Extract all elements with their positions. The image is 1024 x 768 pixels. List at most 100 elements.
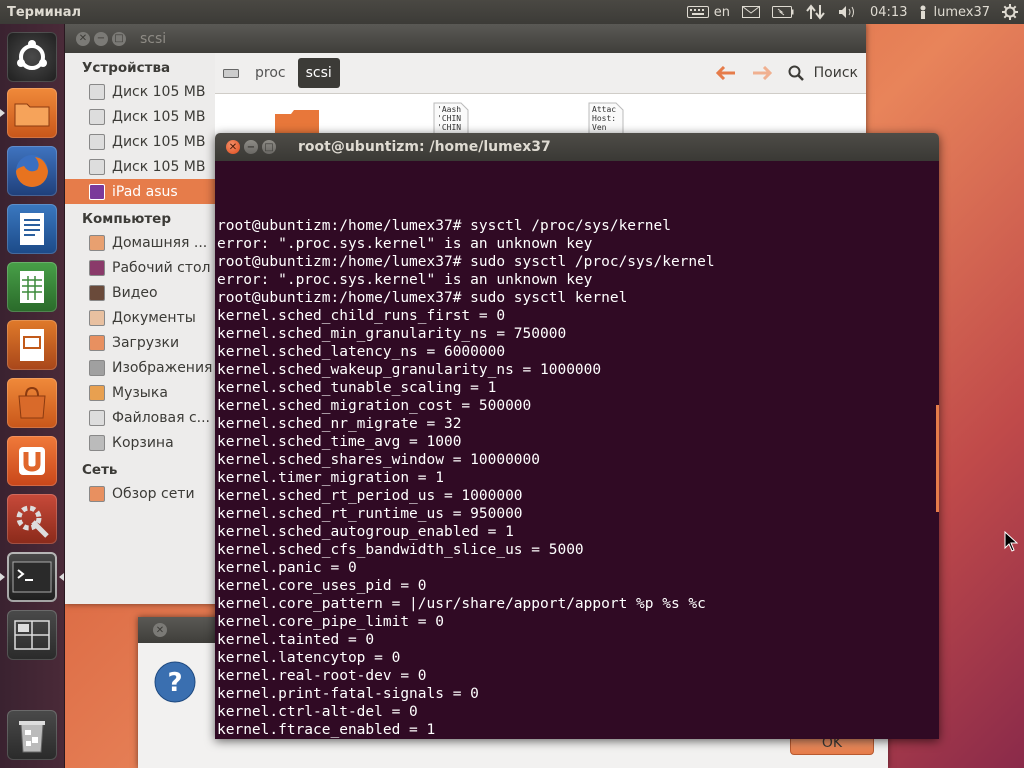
maximize-icon[interactable]: □ xyxy=(112,31,126,46)
speaker-icon xyxy=(839,6,854,18)
launcher xyxy=(0,24,65,768)
trash-icon xyxy=(89,434,105,451)
text-file-icon[interactable]: 'Aash'CHIN'CHIN xyxy=(433,102,469,136)
sidebar-item-home[interactable]: Домашняя ... xyxy=(65,230,215,255)
sidebar-item-network[interactable]: Обзор сети xyxy=(65,481,215,506)
clock[interactable]: 04:13 xyxy=(864,0,913,24)
session-menu[interactable] xyxy=(996,0,1024,24)
terminal-line: root@ubuntizm:/home/lumex37# sudo sysctl… xyxy=(217,290,628,306)
search-button[interactable]: Поиск xyxy=(780,58,866,88)
sidebar-item-desktop[interactable]: Рабочий стол xyxy=(65,255,215,280)
terminal-line: kernel.core_pipe_limit = 0 xyxy=(217,614,444,630)
sidebar-item-music[interactable]: Музыка xyxy=(65,380,215,405)
launcher-system-settings[interactable] xyxy=(7,494,57,544)
terminal-line: kernel.sched_child_runs_first = 0 xyxy=(217,308,506,324)
workspaces-icon xyxy=(14,620,50,650)
breadcrumb-proc[interactable]: proc xyxy=(247,58,294,88)
sidebar-item-ipad[interactable]: iPad asus xyxy=(65,179,215,204)
terminal-line: kernel.ctrl-alt-del = 0 xyxy=(217,704,418,720)
launcher-libreoffice-writer[interactable] xyxy=(7,204,57,254)
terminal-line: error: ".proc.sys.kernel" is an unknown … xyxy=(217,272,593,288)
filesystem-icon xyxy=(89,409,105,426)
sidebar-item-videos[interactable]: Видео xyxy=(65,280,215,305)
downloads-folder-icon xyxy=(89,334,105,351)
search-icon xyxy=(788,65,804,81)
envelope-icon xyxy=(742,6,760,18)
close-icon[interactable]: ✕ xyxy=(76,31,90,46)
text-file-icon[interactable]: AttacHost: Ven xyxy=(588,102,624,136)
terminal-line: kernel.latencytop = 0 xyxy=(217,650,401,666)
terminal-line: kernel.ftrace_enabled = 1 xyxy=(217,722,436,738)
sidebar-header-computer: Компьютер xyxy=(82,211,171,227)
sidebar-item-disk[interactable]: Диск 105 MB xyxy=(65,104,215,129)
maximize-icon[interactable]: □ xyxy=(262,140,276,154)
sidebar-item-pictures[interactable]: Изображения xyxy=(65,355,215,380)
sidebar-item-disk[interactable]: Диск 105 MB xyxy=(65,154,215,179)
minimize-icon[interactable]: − xyxy=(244,140,258,154)
terminal-line: kernel.sched_min_granularity_ns = 750000 xyxy=(217,326,567,342)
back-button[interactable] xyxy=(708,58,744,88)
ubuntu-logo-icon xyxy=(17,40,47,70)
top-panel: Терминал en 04:13 lumex37 xyxy=(0,0,1024,24)
gear-icon xyxy=(1002,4,1018,20)
launcher-home-folder[interactable] xyxy=(7,88,57,138)
ipad-icon xyxy=(89,183,105,200)
minimize-icon[interactable]: − xyxy=(94,31,108,46)
arrow-right-icon xyxy=(752,66,772,80)
sound-indicator[interactable] xyxy=(832,0,864,24)
keyboard-indicator[interactable]: en xyxy=(681,0,736,24)
music-folder-icon xyxy=(89,384,105,401)
terminal-scrollbar[interactable] xyxy=(936,405,939,512)
launcher-software-center[interactable] xyxy=(7,378,57,428)
sidebar-item-documents[interactable]: Документы xyxy=(65,305,215,330)
terminal-title: root@ubuntizm: /home/lumex37 xyxy=(298,139,551,155)
firefox-icon xyxy=(16,155,48,187)
battery-indicator[interactable] xyxy=(766,0,800,24)
terminal-line: kernel.sched_autogroup_enabled = 1 xyxy=(217,524,514,540)
terminal-line: kernel.real-root-dev = 0 xyxy=(217,668,427,684)
close-icon[interactable]: ✕ xyxy=(153,623,167,637)
launcher-ubuntu-one[interactable] xyxy=(7,436,57,486)
running-indicator xyxy=(0,573,5,581)
user-menu[interactable]: lumex37 xyxy=(913,0,996,24)
launcher-workspace-switcher[interactable] xyxy=(7,610,57,660)
terminal-line: error: ".proc.sys.kernel" is an unknown … xyxy=(217,236,593,252)
terminal-output[interactable]: root@ubuntizm:/home/lumex37# sysctl /pro… xyxy=(215,161,939,739)
launcher-firefox[interactable] xyxy=(7,146,57,196)
sidebar-item-trash[interactable]: Корзина xyxy=(65,430,215,455)
launcher-libreoffice-impress[interactable] xyxy=(7,320,57,370)
messaging-indicator[interactable] xyxy=(736,0,766,24)
keyboard-layout-label: en xyxy=(713,4,730,20)
terminal-line: kernel.sched_rt_runtime_us = 950000 xyxy=(217,506,523,522)
drive-icon xyxy=(89,158,105,175)
breadcrumb-root[interactable] xyxy=(215,58,247,88)
file-manager-title: scsi xyxy=(140,30,167,47)
launcher-trash[interactable] xyxy=(7,710,57,760)
impress-icon xyxy=(20,329,44,361)
breadcrumb-scsi[interactable]: scsi xyxy=(297,58,340,88)
focused-indicator xyxy=(59,573,64,581)
terminal-line: kernel.sched_time_avg = 1000 xyxy=(217,434,462,450)
launcher-terminal[interactable] xyxy=(7,552,57,602)
pictures-folder-icon xyxy=(89,359,105,376)
terminal-line: kernel.panic = 0 xyxy=(217,560,357,576)
sidebar-item-disk[interactable]: Диск 105 MB xyxy=(65,79,215,104)
trash-icon xyxy=(19,721,45,753)
launcher-dash-home[interactable] xyxy=(7,32,57,82)
terminal-line: kernel.tainted = 0 xyxy=(217,632,375,648)
sidebar-item-filesystem[interactable]: Файловая с... xyxy=(65,405,215,430)
terminal-line: kernel.sched_cfs_bandwidth_slice_us = 50… xyxy=(217,542,584,558)
sidebar-header-network: Сеть xyxy=(82,462,118,478)
file-manager-titlebar: ✕ − □ scsi xyxy=(65,24,866,53)
sidebar-item-downloads[interactable]: Загрузки xyxy=(65,330,215,355)
network-indicator[interactable] xyxy=(800,0,832,24)
sidebar-header-devices: Устройства xyxy=(82,60,171,76)
close-icon[interactable]: ✕ xyxy=(226,140,240,154)
drive-icon xyxy=(89,133,105,150)
folder-icon[interactable] xyxy=(273,106,321,136)
forward-button[interactable] xyxy=(744,58,780,88)
sidebar-item-disk[interactable]: Диск 105 MB xyxy=(65,129,215,154)
launcher-libreoffice-calc[interactable] xyxy=(7,262,57,312)
user-name: lumex37 xyxy=(933,4,990,20)
ubuntu-one-icon xyxy=(19,447,45,475)
